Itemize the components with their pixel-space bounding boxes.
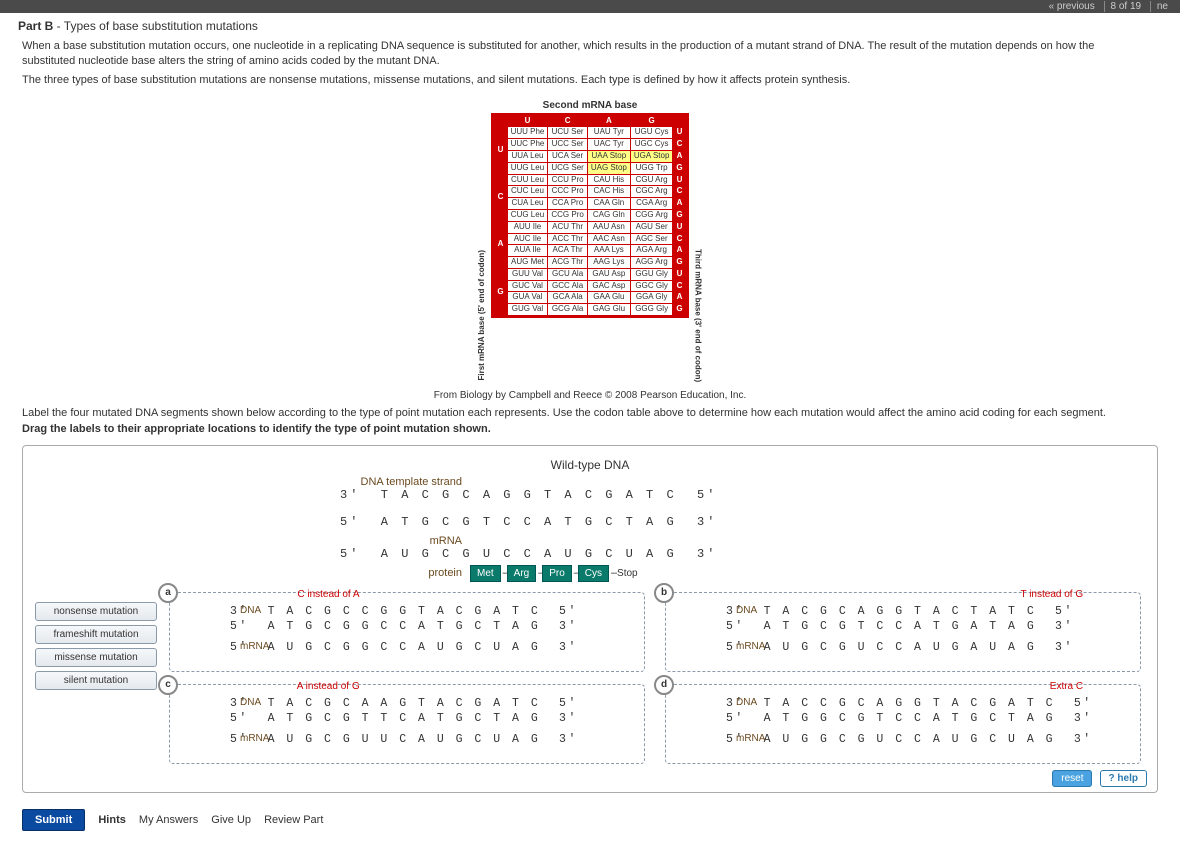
mutation-note: C instead of A — [297, 589, 359, 600]
mrna-label: mRNA — [240, 733, 269, 744]
dna-label: DNA — [240, 697, 261, 708]
hints-link[interactable]: Hints — [98, 814, 126, 826]
mut-mrna: 5' A U G C G G C C A U G C U A G 3' — [230, 641, 578, 654]
task-line1: Label the four mutated DNA segments show… — [22, 407, 1158, 419]
panel-badge: c — [158, 675, 178, 695]
codon-top-caption: Second mRNA base — [0, 100, 1180, 111]
panel-badge: a — [158, 583, 178, 603]
review-part-link[interactable]: Review Part — [264, 814, 323, 826]
part-sep: - — [53, 19, 63, 33]
mutation-panel-b[interactable]: bT instead of GDNA3' T A C G C A G G T A… — [665, 592, 1141, 672]
reset-button[interactable]: reset — [1052, 770, 1092, 787]
intro-p2: The three types of base substitution mut… — [22, 73, 1128, 88]
part-label: Part B — [18, 19, 53, 33]
drag-label[interactable]: missense mutation — [35, 648, 157, 667]
codon-table: UCAGUUUU PheUCU SerUAU TyrUGU CysUUUC Ph… — [491, 113, 688, 319]
label-mrna: mRNA — [340, 535, 470, 547]
mut-dna2: 5' A T G G C G T C C A T G C T A G 3' — [726, 712, 1093, 725]
aa-chip: Met — [470, 565, 501, 582]
help-button[interactable]: ? help — [1100, 770, 1147, 787]
top-nav-bar: « previous 8 of 19 ne — [0, 0, 1180, 13]
wild-mrna: 5' A U G C G U C C A U G C U A G 3' — [340, 547, 717, 561]
wild-dna-top: 3' T A C G C A G G T A C G A T C 5' — [340, 488, 717, 502]
codon-right-axis: Third mRNA base (3' end of codon) — [692, 247, 705, 384]
aa-chip: Cys — [578, 565, 609, 582]
part-title-text: Types of base substitution mutations — [64, 19, 258, 33]
task-line2: Drag the labels to their appropriate loc… — [22, 423, 1158, 435]
mrna-label: mRNA — [736, 641, 765, 652]
mut-mrna: 5' A U G C G U C C A U G A U A G 3' — [726, 641, 1074, 654]
codon-left-axis: First mRNA base (5' end of codon) — [475, 248, 488, 383]
wild-protein-row: Met–Arg–Pro–Cys–Stop — [470, 567, 642, 579]
aa-chip: Arg — [507, 565, 537, 582]
label-template-strand: DNA template strand — [340, 476, 470, 488]
mutation-note: A instead of G — [297, 681, 360, 692]
mut-dna1: 3' T A C C G C A G G T A C G A T C 5' — [726, 697, 1093, 710]
mut-dna1: 3' T A C G C A G G T A C T A T C 5' — [726, 605, 1074, 618]
label-protein: protein — [340, 567, 470, 579]
mut-dna2: 5' A T G C G G C C A T G C T A G 3' — [230, 620, 578, 633]
drag-label[interactable]: nonsense mutation — [35, 602, 157, 621]
label-bank: nonsense mutation frameshift mutation miss… — [31, 592, 161, 768]
figure-citation: From Biology by Campbell and Reece © 200… — [0, 390, 1180, 401]
intro-text: When a base substitution mutation occurs… — [0, 35, 1150, 96]
dna-label: DNA — [240, 605, 261, 616]
mut-dna1: 3' T A C G C A A G T A C G A T C 5' — [230, 697, 578, 710]
my-answers-link[interactable]: My Answers — [139, 814, 198, 826]
mut-mrna: 5' A U G G C G U C C A U G C U A G 3' — [726, 733, 1093, 746]
mut-dna2: 5' A T G C G T C C A T G A T A G 3' — [726, 620, 1074, 633]
drag-label[interactable]: silent mutation — [35, 671, 157, 690]
part-header: Part B - Types of base substitution muta… — [0, 13, 1180, 35]
aa-chip: Pro — [542, 565, 572, 582]
submit-button[interactable]: Submit — [22, 809, 85, 831]
mutation-panel-c[interactable]: cA instead of GDNA3' T A C G C A A G T A… — [169, 684, 645, 764]
mut-dna1: 3' T A C G C C G G T A C G A T C 5' — [230, 605, 578, 618]
aa-chip: Stop — [615, 566, 640, 581]
panel-badge: d — [654, 675, 674, 695]
mrna-label: mRNA — [736, 733, 765, 744]
mutation-note: T instead of G — [1020, 589, 1083, 600]
mutation-panel-a[interactable]: aC instead of ADNA3' T A C G C C G G T A… — [169, 592, 645, 672]
panel-badge: b — [654, 583, 674, 603]
intro-p1: When a base substitution mutation occurs… — [22, 39, 1128, 69]
give-up-link[interactable]: Give Up — [211, 814, 251, 826]
drag-label[interactable]: frameshift mutation — [35, 625, 157, 644]
dna-label: DNA — [736, 697, 757, 708]
prev-link[interactable]: « previous — [1043, 1, 1101, 12]
mut-dna2: 5' A T G C G T T C A T G C T A G 3' — [230, 712, 578, 725]
wild-type-block: Wild-type DNA DNA template strand3' T A … — [340, 458, 840, 582]
dna-label: DNA — [736, 605, 757, 616]
wild-type-title: Wild-type DNA — [340, 458, 840, 472]
mutation-panel-d[interactable]: dExtra CDNA3' T A C C G C A G G T A C G … — [665, 684, 1141, 764]
bottom-action-bar: Submit Hints My Answers Give Up Review P… — [0, 803, 1180, 845]
mutation-note: Extra C — [1050, 681, 1083, 692]
mutation-grid: aC instead of ADNA3' T A C G C C G G T A… — [161, 592, 1149, 768]
wild-dna-bot: 5' A T G C G T C C A T G C T A G 3' — [340, 515, 717, 529]
mrna-label: mRNA — [240, 641, 269, 652]
page-counter: 8 of 19 — [1104, 1, 1148, 12]
drag-drop-workspace: Wild-type DNA DNA template strand3' T A … — [22, 445, 1158, 793]
mut-mrna: 5' A U G C G U U C A U G C U A G 3' — [230, 733, 578, 746]
next-link[interactable]: ne — [1150, 1, 1174, 12]
